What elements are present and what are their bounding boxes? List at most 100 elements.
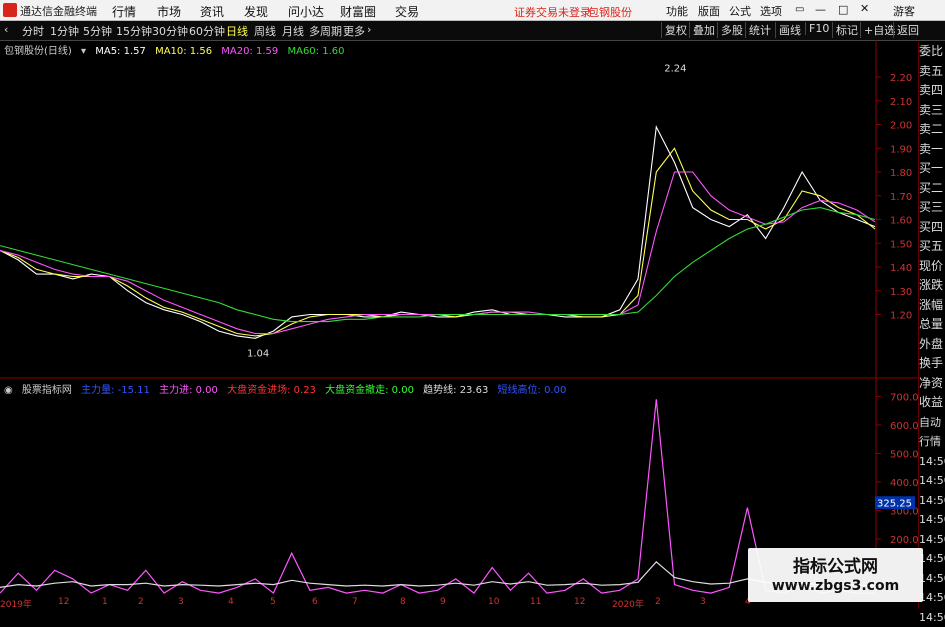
date-axis-label: 6: [312, 597, 318, 607]
back-button[interactable]: 返回: [893, 22, 922, 38]
quote-panel-label[interactable]: 总量: [919, 315, 945, 335]
quote-panel-label[interactable]: 净资: [919, 374, 945, 394]
ind-y-tick-label: 700.0: [890, 392, 918, 403]
period-tab-weekly[interactable]: 周线: [254, 23, 276, 39]
quote-panel-label[interactable]: 收益: [919, 393, 945, 413]
main-y-tick-label: 2.10: [890, 97, 912, 108]
fuquan-button[interactable]: 复权: [661, 22, 690, 38]
menu-item-banmian[interactable]: 版面: [698, 3, 720, 19]
guest-label[interactable]: 游客: [893, 3, 915, 19]
quote-panel-label[interactable]: 涨幅: [919, 296, 945, 316]
main-y-tick-label: 2.20: [890, 73, 912, 84]
quote-panel-label[interactable]: 行情: [919, 432, 945, 452]
close-icon[interactable]: ✕: [860, 2, 869, 15]
menu-item-gongneng[interactable]: 功能: [666, 3, 688, 19]
quote-panel-label[interactable]: 现价: [919, 257, 945, 277]
quote-panel-label[interactable]: 14:50: [919, 471, 945, 491]
quote-panel-label[interactable]: 14:50: [919, 530, 945, 550]
date-axis-label: 4: [228, 597, 234, 607]
quote-panel-label[interactable]: 14:50: [919, 491, 945, 511]
quote-panel-label[interactable]: 涨跌: [919, 276, 945, 296]
chart-area[interactable]: 2.241.04 2.202.102.001.901.801.701.601.5…: [0, 40, 918, 597]
menu-item-caifuquan[interactable]: 财富圈: [340, 3, 376, 20]
quote-panel-label[interactable]: 14:50: [919, 510, 945, 530]
period-tab-5min[interactable]: 5分钟: [83, 23, 112, 39]
date-axis-label: 2: [138, 597, 144, 607]
quote-panel-label[interactable]: 外盘: [919, 335, 945, 355]
menu-item-shichang[interactable]: 市场: [157, 3, 181, 20]
watermark-line2: www.zbgs3.com: [748, 578, 923, 594]
diejia-button[interactable]: 叠加: [689, 22, 718, 38]
quote-panel-label[interactable]: 买五: [919, 237, 945, 257]
quote-panel-label[interactable]: 买一: [919, 159, 945, 179]
indicator-legend: ◉ 股票指标网 主力量: -15.11 主力进: 0.00 大盘资金进场: 0.…: [4, 381, 572, 396]
ind-series-line: [0, 399, 875, 593]
period-tab-fenshi[interactable]: 分时: [22, 23, 44, 39]
watermark: 指标公式网 www.zbgs3.com: [748, 548, 923, 602]
date-axis-label: 7: [352, 597, 358, 607]
main-y-tick-label: 1.20: [890, 311, 912, 322]
indicator-name[interactable]: 股票指标网: [22, 385, 72, 396]
menu-item-zixun[interactable]: 资讯: [200, 3, 224, 20]
quote-panel-label[interactable]: 卖五: [919, 62, 945, 82]
date-axis-label: 2: [655, 597, 661, 607]
main-y-tick-label: 1.80: [890, 168, 912, 179]
back-arrow-icon[interactable]: ‹: [4, 23, 8, 36]
quote-panel-label[interactable]: 自动: [919, 413, 945, 433]
quote-panel-label[interactable]: 卖三: [919, 101, 945, 121]
quote-panel-label[interactable]: 换手: [919, 354, 945, 374]
period-tab-monthly[interactable]: 月线: [282, 23, 304, 39]
app-logo-icon: [3, 3, 17, 17]
menu-item-wenxiaoda[interactable]: 问小达: [288, 3, 324, 20]
quote-panel-label[interactable]: 买二: [919, 179, 945, 199]
tongji-button[interactable]: 统计: [745, 22, 774, 38]
main-y-tick-label: 2.00: [890, 121, 912, 132]
menu-item-hangqing[interactable]: 行情: [112, 3, 136, 20]
date-axis-label: 5: [270, 597, 276, 607]
biaoji-button[interactable]: 标记: [832, 22, 861, 38]
period-tab-60min[interactable]: 60分钟: [189, 23, 225, 39]
quote-panel-label[interactable]: 买三: [919, 198, 945, 218]
menu-item-gongshi[interactable]: 公式: [729, 3, 751, 19]
login-warning[interactable]: 证券交易未登录: [514, 4, 591, 20]
main-y-tick-label: 1.30: [890, 287, 912, 298]
menu-item-xuanxiang[interactable]: 选项: [760, 3, 782, 19]
date-axis-label: 11: [530, 597, 541, 607]
period-tab-1min[interactable]: 1分钟: [50, 23, 79, 39]
quote-panel-label[interactable]: 卖一: [919, 140, 945, 160]
stock-name-header: 包钢股份: [588, 4, 632, 20]
main-series-ma10: [0, 148, 875, 336]
minimize-icon[interactable]: ▭: [795, 4, 804, 15]
period-tab-30min[interactable]: 30分钟: [152, 23, 188, 39]
date-axis-label: 8: [400, 597, 406, 607]
quote-panel-label[interactable]: 14:50: [919, 608, 945, 627]
more-chevron-icon[interactable]: ›: [367, 23, 371, 36]
main-series-ma60: [0, 208, 875, 322]
quote-panel-label[interactable]: 14:50: [919, 452, 945, 472]
restore-icon[interactable]: —: [815, 3, 826, 16]
main-y-tick-label: 1.50: [890, 239, 912, 250]
duogu-button[interactable]: 多股: [717, 22, 746, 38]
period-tab-more[interactable]: 更多: [343, 23, 365, 39]
quote-panel-label[interactable]: 卖四: [919, 81, 945, 101]
huaxian-button[interactable]: 画线: [775, 22, 804, 38]
date-axis-label: 2019年: [0, 597, 32, 610]
main-series-ma5: [0, 127, 875, 338]
watermark-line1: 指标公式网: [748, 552, 923, 577]
indicator-trend: 趋势线: 23.63: [423, 385, 488, 396]
quote-panel-label[interactable]: 买四: [919, 218, 945, 238]
period-tab-daily[interactable]: 日线: [226, 23, 248, 39]
f10-button[interactable]: F10: [805, 22, 832, 35]
menu-item-faxian[interactable]: 发现: [244, 3, 268, 20]
quote-panel-label[interactable]: 卖二: [919, 120, 945, 140]
menu-item-jiaoyi[interactable]: 交易: [395, 3, 419, 20]
period-tab-15min[interactable]: 15分钟: [116, 23, 152, 39]
maximize-icon[interactable]: □: [838, 3, 848, 16]
period-tab-multi[interactable]: 多周期: [309, 23, 342, 39]
high-price-label: 2.24: [664, 64, 686, 75]
indicator-dropdown-icon[interactable]: ◉: [4, 385, 13, 396]
ind-y-tick-label: 500.0: [890, 449, 918, 460]
date-axis-label: 2020年: [612, 597, 644, 610]
period-toolbar: ‹ 分时 1分钟 5分钟 15分钟 30分钟 60分钟 日线 周线 月线 多周期…: [0, 21, 945, 41]
quote-panel-label[interactable]: 委比: [919, 42, 945, 62]
